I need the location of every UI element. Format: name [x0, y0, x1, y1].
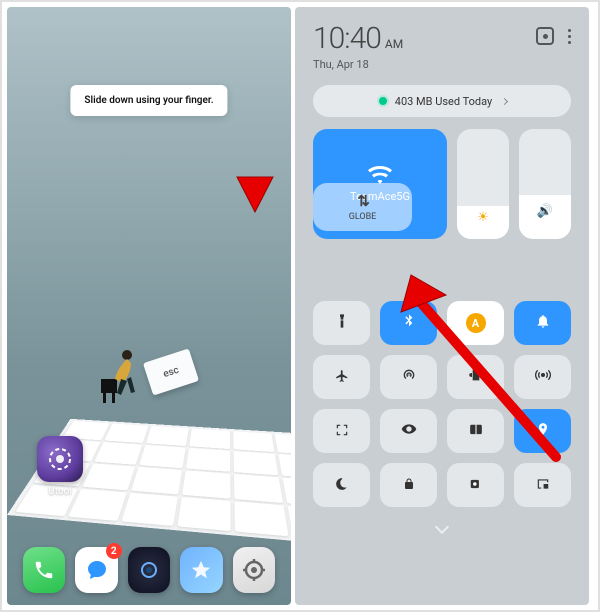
utool-icon — [37, 436, 83, 482]
volume-slider[interactable]: 🔊 — [519, 129, 571, 239]
toggle-hotspot[interactable] — [380, 355, 437, 399]
overflow-menu-icon[interactable] — [568, 29, 571, 44]
toggle-location[interactable] — [514, 409, 571, 453]
expand-chevron[interactable] — [313, 517, 571, 536]
toggle-auto-brightness[interactable]: A — [447, 301, 504, 345]
chevron-right-icon — [501, 97, 508, 104]
dock-phone[interactable] — [23, 547, 65, 593]
auto-icon: A — [466, 313, 486, 333]
location-icon — [536, 421, 550, 441]
hotspot-icon — [401, 367, 417, 387]
brightness-icon: ☀ — [477, 210, 489, 225]
moon-icon — [335, 476, 349, 495]
home-screen[interactable]: Slide down using your finger. esc Utool — [7, 7, 291, 605]
book-icon — [469, 422, 483, 441]
toggle-lock[interactable] — [380, 463, 437, 507]
airplane-icon — [335, 368, 349, 387]
settings-icon[interactable] — [536, 27, 554, 45]
toggle-eye-comfort[interactable] — [380, 409, 437, 453]
screenshot-icon — [335, 422, 349, 441]
toggle-vibrate[interactable] — [447, 355, 504, 399]
toggle-nfc[interactable] — [514, 355, 571, 399]
dock-camera[interactable] — [128, 547, 170, 593]
date-value: Thu, Apr 18 — [313, 58, 403, 71]
dock-messages[interactable]: 2 — [75, 547, 117, 593]
chevron-down-icon — [435, 520, 449, 534]
dock-gallery[interactable] — [180, 547, 222, 593]
dock: 2 — [7, 547, 291, 593]
toggle-cast[interactable] — [514, 463, 571, 507]
brightness-slider[interactable]: ☀ — [457, 129, 509, 239]
time-ampm: AM — [385, 37, 403, 51]
toggle-flashlight[interactable] — [313, 301, 370, 345]
dock-settings[interactable] — [233, 547, 275, 593]
cast-icon — [535, 476, 551, 495]
toggle-ebook[interactable] — [447, 409, 504, 453]
messages-badge: 2 — [106, 543, 122, 559]
app-utool[interactable]: Utool — [35, 436, 85, 497]
toggle-screenshot[interactable] — [313, 409, 370, 453]
data-usage-text: 403 MB Used Today — [395, 95, 492, 108]
data-usage-icon — [377, 95, 389, 107]
eye-icon — [401, 421, 417, 441]
bell-icon — [535, 313, 551, 333]
wallpaper-person — [97, 349, 143, 405]
time-value: 10:40 — [313, 21, 381, 56]
toggle-notifications[interactable] — [514, 301, 571, 345]
data-usage-chip[interactable]: 403 MB Used Today — [313, 85, 571, 117]
app-label: Utool — [35, 486, 85, 497]
toggle-screen-record[interactable] — [447, 463, 504, 507]
lock-icon — [403, 476, 415, 495]
mobile-data-label: GLOBE — [349, 212, 377, 222]
control-center[interactable]: 10:40 AM Thu, Apr 18 403 MB Used Today — [295, 7, 589, 605]
signal-icon — [535, 367, 551, 387]
bluetooth-icon — [401, 313, 417, 333]
wallpaper-esc-key: esc — [143, 348, 199, 395]
quick-toggle-grid: A — [313, 301, 571, 507]
annotation-arrow-down — [225, 37, 285, 227]
volume-icon: 🔊 — [537, 204, 553, 219]
record-icon — [469, 476, 483, 495]
mobile-data-icon: ⇅ — [357, 192, 368, 210]
toggle-dnd[interactable] — [313, 463, 370, 507]
mobile-data-tile[interactable]: ⇅ GLOBE — [313, 183, 412, 231]
clock[interactable]: 10:40 AM — [313, 21, 403, 56]
instruction-tooltip: Slide down using your finger. — [70, 85, 227, 116]
page-indicator — [7, 512, 291, 517]
wifi-icon — [368, 166, 392, 184]
flashlight-icon — [334, 313, 350, 333]
toggle-bluetooth[interactable] — [380, 301, 437, 345]
vibrate-icon — [468, 367, 484, 387]
toggle-airplane[interactable] — [313, 355, 370, 399]
